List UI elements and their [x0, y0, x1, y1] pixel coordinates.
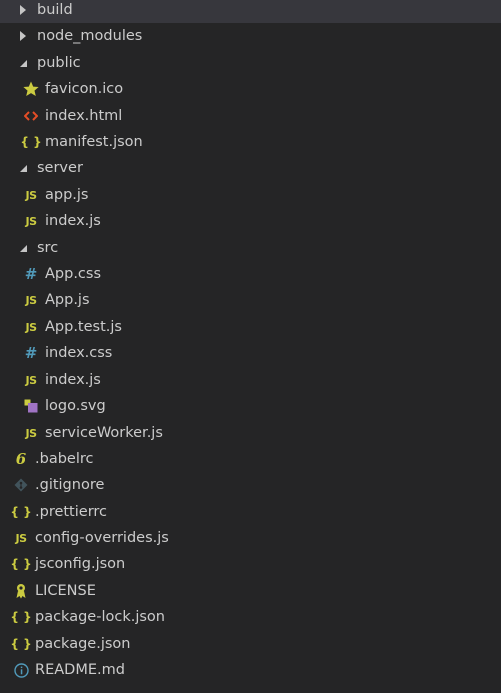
tree-item-serviceworker-js[interactable]: JS serviceWorker.js — [0, 420, 501, 446]
tree-item-label: manifest.json — [45, 134, 143, 150]
json-braces-icon: { } — [20, 135, 42, 149]
file-explorer-tree: build node_modules public favicon.ico in… — [0, 0, 501, 693]
tree-item-label: index.css — [45, 345, 113, 361]
tree-item-label: src — [37, 240, 59, 256]
chevron-down-icon[interactable] — [17, 155, 29, 181]
json-braces-icon: { } — [10, 557, 32, 571]
css-hash-icon: # — [24, 265, 38, 283]
tree-item-label: logo.svg — [45, 398, 106, 414]
tree-item-label: package.json — [35, 636, 131, 652]
tree-item-label: App.js — [45, 292, 90, 308]
tree-item-license[interactable]: LICENSE — [0, 578, 501, 604]
tree-item-index-html[interactable]: index.html — [0, 103, 501, 129]
json-braces-icon: { } — [10, 505, 32, 519]
tree-item-server-index-js[interactable]: JS index.js — [0, 208, 501, 234]
chevron-down-icon[interactable] — [17, 235, 29, 261]
tree-item-label: App.css — [45, 266, 102, 282]
tree-item-src-index-js[interactable]: JS index.js — [0, 367, 501, 393]
js-icon: JS — [25, 373, 37, 387]
license-icon — [12, 578, 30, 604]
tree-item-label: index.js — [45, 213, 101, 229]
tree-item-config-overrides-js[interactable]: JS config-overrides.js — [0, 525, 501, 551]
js-icon: JS — [15, 531, 27, 545]
html-icon — [22, 103, 40, 129]
git-icon — [12, 472, 30, 498]
json-braces-icon: { } — [10, 637, 32, 651]
tree-item-label: node_modules — [37, 28, 143, 44]
tree-item-label: config-overrides.js — [35, 530, 169, 546]
tree-item-favicon[interactable]: favicon.ico — [0, 76, 501, 102]
tree-item-app-css[interactable]: # App.css — [0, 261, 501, 287]
tree-item-app-js-src[interactable]: JS App.js — [0, 287, 501, 313]
tree-item-index-css[interactable]: # index.css — [0, 340, 501, 366]
tree-item-label: index.js — [45, 372, 101, 388]
tree-item-node-modules[interactable]: node_modules — [0, 23, 501, 49]
tree-item-label: .prettierrc — [35, 504, 108, 520]
tree-item-jsconfig-json[interactable]: { } jsconfig.json — [0, 551, 501, 577]
tree-item-prettierrc[interactable]: { } .prettierrc — [0, 499, 501, 525]
tree-item-label: server — [37, 160, 83, 176]
tree-item-label: README.md — [35, 662, 125, 678]
tree-item-public[interactable]: public — [0, 50, 501, 76]
js-icon: JS — [25, 293, 37, 307]
tree-item-build[interactable]: build — [0, 0, 501, 23]
tree-item-label: .gitignore — [35, 477, 105, 493]
svg-icon — [22, 393, 40, 419]
tree-item-logo-svg[interactable]: logo.svg — [0, 393, 501, 419]
tree-item-label: favicon.ico — [45, 81, 124, 97]
tree-item-label: package-lock.json — [35, 609, 165, 625]
tree-item-src[interactable]: src — [0, 235, 501, 261]
tree-item-label: LICENSE — [35, 583, 96, 599]
tree-item-app-test-js[interactable]: JS App.test.js — [0, 314, 501, 340]
tree-item-babelrc[interactable]: 6 .babelrc — [0, 446, 501, 472]
tree-item-app-js[interactable]: JS app.js — [0, 182, 501, 208]
info-icon — [12, 657, 30, 683]
tree-item-label: build — [37, 2, 73, 18]
babel-icon: 6 — [15, 450, 27, 468]
tree-item-package-lock-json[interactable]: { } package-lock.json — [0, 604, 501, 630]
js-icon: JS — [25, 426, 37, 440]
tree-item-label: serviceWorker.js — [45, 425, 163, 441]
js-icon: JS — [25, 214, 37, 228]
css-hash-icon: # — [24, 344, 38, 362]
chevron-right-icon[interactable] — [17, 23, 29, 49]
star-icon — [22, 76, 40, 102]
tree-item-readme-md[interactable]: README.md — [0, 657, 501, 683]
tree-item-manifest-json[interactable]: { } manifest.json — [0, 129, 501, 155]
tree-item-label: jsconfig.json — [35, 556, 126, 572]
json-braces-icon: { } — [10, 610, 32, 624]
tree-item-server[interactable]: server — [0, 155, 501, 181]
chevron-right-icon[interactable] — [17, 0, 29, 23]
tree-item-label: App.test.js — [45, 319, 122, 335]
tree-item-label: index.html — [45, 108, 123, 124]
tree-item-gitignore[interactable]: .gitignore — [0, 472, 501, 498]
tree-item-label: .babelrc — [35, 451, 94, 467]
tree-item-package-json[interactable]: { } package.json — [0, 631, 501, 657]
chevron-down-icon[interactable] — [17, 50, 29, 76]
js-icon: JS — [25, 188, 37, 202]
js-icon: JS — [25, 320, 37, 334]
tree-item-label: public — [37, 55, 81, 71]
tree-item-label: app.js — [45, 187, 89, 203]
